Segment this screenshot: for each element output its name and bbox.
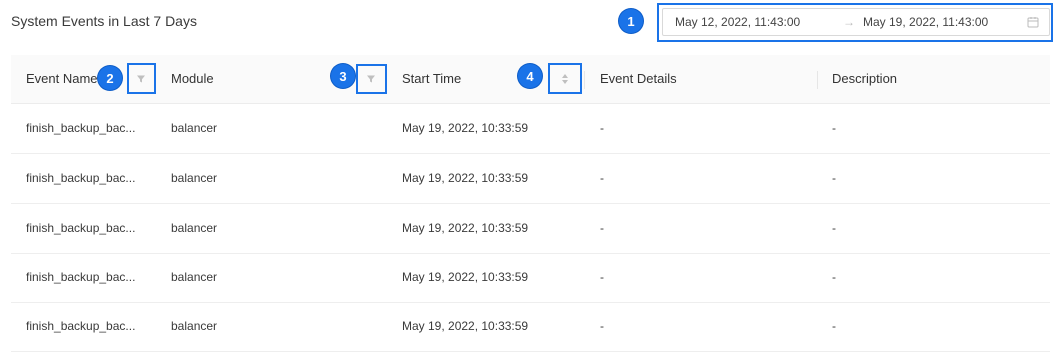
table-row[interactable]: finish_backup_bac... balancer May 19, 20… [11, 302, 1050, 352]
event-name-cell: finish_backup_bac... [26, 319, 136, 333]
annotation-badge-1: 1 [619, 9, 643, 33]
annotation-badge-2: 2 [98, 66, 122, 90]
description-cell: - [832, 121, 836, 135]
start-time-sort-highlight [548, 63, 582, 94]
event-details-cell: - [600, 171, 604, 185]
column-header-event-details: Event Details [600, 71, 677, 86]
annotation-badge-3: 3 [331, 64, 355, 88]
module-cell: balancer [171, 221, 218, 235]
description-cell: - [832, 221, 836, 235]
description-cell: - [832, 270, 836, 284]
event-details-cell: - [600, 121, 604, 135]
page-title: System Events in Last 7 Days [11, 13, 197, 29]
event-name-cell: finish_backup_bac... [26, 270, 136, 284]
table-row[interactable]: finish_backup_bac... balancer May 19, 20… [11, 204, 1050, 254]
module-cell: balancer [171, 270, 218, 284]
event-details-cell: - [600, 270, 604, 284]
module-filter-highlight [356, 64, 387, 94]
column-header-start-time: Start Time [402, 71, 462, 86]
description-cell: - [832, 319, 836, 333]
table-row[interactable]: finish_backup_bac... balancer May 19, 20… [11, 253, 1050, 303]
table-row[interactable]: finish_backup_bac... balancer May 19, 20… [11, 104, 1050, 154]
event-name-cell: finish_backup_bac... [26, 221, 136, 235]
start-time-cell: May 19, 2022, 10:33:59 [402, 171, 529, 185]
date-range-highlight [657, 3, 1053, 42]
start-time-cell: May 19, 2022, 10:33:59 [402, 221, 529, 235]
description-cell: - [832, 171, 836, 185]
event-name-cell: finish_backup_bac... [26, 121, 136, 135]
start-time-cell: May 19, 2022, 10:33:59 [402, 270, 529, 284]
event-details-cell: - [600, 319, 604, 333]
column-divider [817, 71, 818, 89]
module-cell: balancer [171, 121, 218, 135]
event-name-cell: finish_backup_bac... [26, 171, 136, 185]
module-cell: balancer [171, 319, 218, 333]
event-name-filter-highlight [127, 63, 156, 94]
start-time-cell: May 19, 2022, 10:33:59 [402, 319, 529, 333]
event-details-cell: - [600, 221, 604, 235]
column-header-description: Description [832, 71, 898, 86]
table-row[interactable]: finish_backup_bac... balancer May 19, 20… [11, 154, 1050, 204]
column-header-module: Module [171, 71, 214, 86]
annotation-badge-4: 4 [518, 64, 542, 88]
module-cell: balancer [171, 171, 218, 185]
start-time-cell: May 19, 2022, 10:33:59 [402, 121, 529, 135]
column-header-event-name: Event Name [26, 71, 98, 86]
column-divider [584, 71, 585, 89]
